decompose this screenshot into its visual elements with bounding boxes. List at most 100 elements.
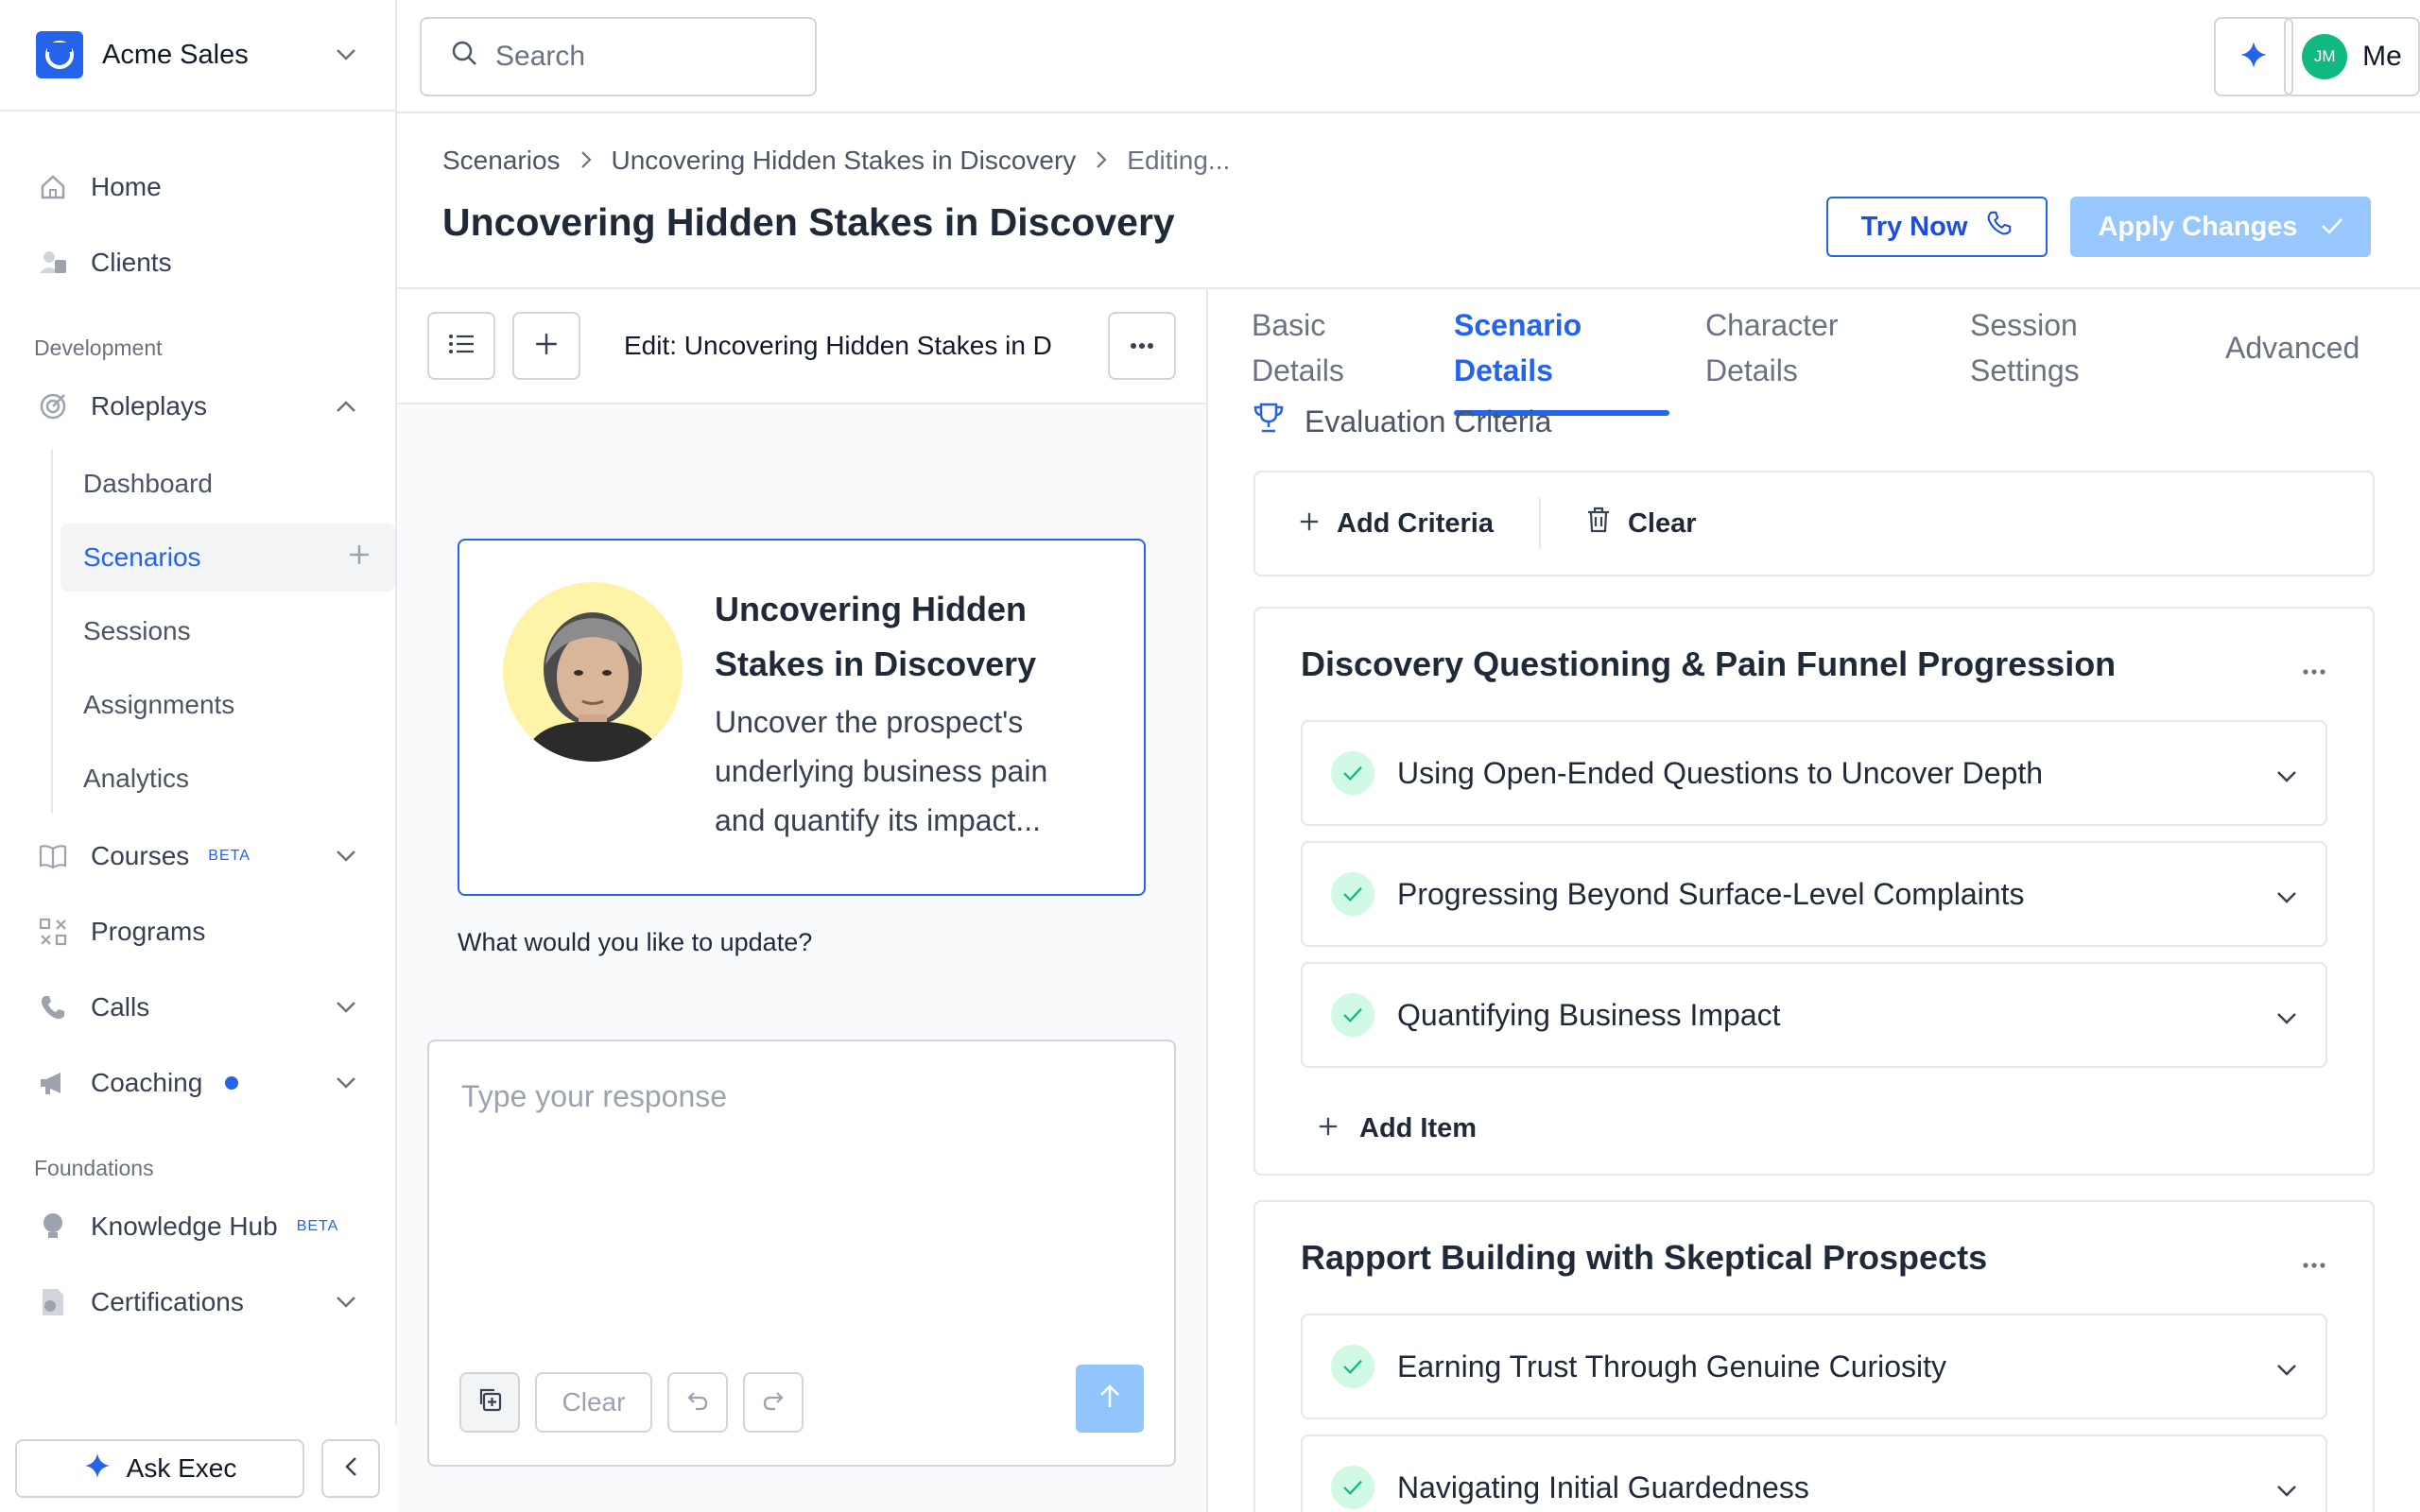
- try-now-label: Try Now: [1860, 211, 1968, 242]
- sidebar-item-sessions[interactable]: Sessions: [60, 597, 395, 665]
- breadcrumb-scenarios[interactable]: Scenarios: [442, 146, 561, 176]
- target-icon: [36, 389, 70, 423]
- criteria-item[interactable]: Quantifying Business Impact: [1301, 962, 2327, 1068]
- org-switcher[interactable]: Acme Sales: [0, 0, 395, 112]
- sparkle-icon: [2238, 40, 2269, 75]
- top-bar: Search JM Me: [397, 0, 2420, 113]
- add-criteria-button[interactable]: Add Criteria: [1299, 508, 1494, 540]
- lightbulb-icon: [36, 1210, 70, 1244]
- check-icon: [1331, 751, 1374, 795]
- sidebar-item-clients[interactable]: Clients: [0, 225, 395, 301]
- clear-response-button[interactable]: Clear: [535, 1372, 652, 1433]
- tab-session-settings[interactable]: Session Settings: [1970, 289, 2225, 404]
- apply-changes-button[interactable]: Apply Changes: [2070, 197, 2371, 257]
- criteria-item-label: Progressing Beyond Surface-Level Complai…: [1397, 876, 2025, 911]
- criteria-item[interactable]: Navigating Initial Guardedness: [1301, 1435, 2327, 1512]
- add-item-button[interactable]: Add Item: [1301, 1083, 2327, 1174]
- sidebar-item-assignments[interactable]: Assignments: [60, 671, 395, 739]
- collapse-sidebar-button[interactable]: [321, 1439, 380, 1498]
- trash-icon: [1586, 507, 1611, 541]
- attach-button[interactable]: [459, 1372, 520, 1433]
- user-menu-button[interactable]: JM Me: [2284, 17, 2420, 96]
- home-icon: [36, 170, 70, 204]
- chevron-down-icon: [333, 42, 359, 68]
- criteria-toolbar: Add Criteria Clear: [1253, 471, 2375, 576]
- beta-badge: BETA: [296, 1218, 339, 1234]
- plus-icon[interactable]: [348, 542, 371, 573]
- scenario-card[interactable]: Uncovering Hidden Stakes in Discovery Un…: [458, 539, 1146, 896]
- megaphone-icon: [36, 1066, 70, 1100]
- sidebar-item-calls[interactable]: Calls: [0, 970, 395, 1045]
- ellipsis-icon[interactable]: [2301, 644, 2327, 684]
- chevron-right-icon: [1095, 146, 1108, 176]
- arrow-up-icon: [1098, 1383, 1121, 1414]
- chevron-up-icon: [333, 393, 359, 420]
- scenario-card-description: Uncover the prospect's underlying busine…: [715, 705, 1048, 837]
- response-placeholder: Type your response: [461, 1079, 728, 1113]
- criteria-item[interactable]: Progressing Beyond Surface-Level Complai…: [1301, 841, 2327, 947]
- book-icon: [36, 839, 70, 873]
- ai-assistant-button[interactable]: [2214, 17, 2293, 96]
- sidebar-item-courses[interactable]: Courses BETA: [0, 818, 395, 894]
- list-button[interactable]: [427, 312, 495, 380]
- sidebar-item-roleplays[interactable]: Roleplays: [0, 369, 395, 444]
- sidebar-item-label: Calls: [91, 992, 150, 1022]
- sidebar-item-programs[interactable]: Programs: [0, 894, 395, 970]
- section-title: Evaluation Criteria: [1305, 404, 1552, 438]
- copy-add-icon: [476, 1386, 503, 1419]
- tab-character-details[interactable]: Character Details: [1705, 289, 1970, 404]
- ellipsis-icon: [1130, 337, 1154, 354]
- clear-criteria-button[interactable]: Clear: [1586, 507, 1697, 541]
- criteria-group-title: Discovery Questioning & Pain Funnel Prog…: [1301, 644, 2117, 683]
- more-options-button[interactable]: [1108, 312, 1176, 380]
- sidebar-item-label: Scenarios: [83, 542, 201, 572]
- scenario-editor: Basic Details Scenario Details Character…: [1208, 289, 2420, 1512]
- chat-pane: Edit: Uncovering Hidden Stakes in D Unco…: [397, 289, 1208, 1512]
- check-icon: [1331, 993, 1374, 1037]
- criteria-item[interactable]: Earning Trust Through Genuine Curiosity: [1301, 1314, 2327, 1419]
- check-icon: [1331, 1466, 1374, 1509]
- criteria-item[interactable]: Using Open-Ended Questions to Uncover De…: [1301, 720, 2327, 826]
- chevron-down-icon: [333, 994, 359, 1021]
- tab-advanced[interactable]: Advanced: [2225, 289, 2360, 404]
- sidebar: Acme Sales Home Clients Development Role…: [0, 0, 397, 1512]
- divider: [1538, 498, 1541, 549]
- tab-label: Details: [1252, 353, 1344, 387]
- sidebar-item-label: Certifications: [91, 1287, 244, 1316]
- sidebar-item-analytics[interactable]: Analytics: [60, 745, 395, 813]
- trophy-icon: [1252, 401, 1286, 442]
- undo-button[interactable]: [667, 1372, 728, 1433]
- try-now-button[interactable]: Try Now: [1826, 197, 2048, 257]
- ask-exec-button[interactable]: Ask Exec: [15, 1439, 304, 1498]
- check-icon: [1331, 872, 1374, 916]
- sidebar-item-scenarios[interactable]: Scenarios: [60, 524, 395, 592]
- chevron-down-icon: [2276, 756, 2297, 791]
- scenario-card-body: Uncovering Hidden Stakes in Discovery Un…: [715, 582, 1100, 852]
- page-header: Scenarios Uncovering Hidden Stakes in Di…: [397, 113, 2420, 289]
- chevron-down-icon: [2276, 877, 2297, 912]
- org-logo-icon: [36, 31, 83, 78]
- sidebar-item-certifications[interactable]: Certifications: [0, 1264, 395, 1340]
- sidebar-item-coaching[interactable]: Coaching: [0, 1045, 395, 1121]
- sidebar-item-home[interactable]: Home: [0, 149, 395, 225]
- breadcrumb-current: Editing...: [1127, 146, 1231, 175]
- apply-changes-label: Apply Changes: [2098, 211, 2298, 242]
- breadcrumb-scenario[interactable]: Uncovering Hidden Stakes in Discovery: [612, 146, 1077, 176]
- tab-basic-details[interactable]: Basic Details: [1252, 289, 1461, 404]
- sidebar-item-label: Assignments: [83, 690, 235, 719]
- sidebar-item-knowledge-hub[interactable]: Knowledge Hub BETA: [0, 1189, 395, 1264]
- response-composer[interactable]: Type your response Clear: [427, 1040, 1176, 1467]
- ellipsis-icon[interactable]: [2301, 1238, 2327, 1278]
- sidebar-item-label: Coaching: [91, 1068, 203, 1097]
- send-button[interactable]: [1076, 1365, 1144, 1433]
- list-icon: [448, 333, 475, 360]
- tab-scenario-details[interactable]: Scenario Details: [1454, 289, 1669, 416]
- chevron-down-icon: [2276, 998, 2297, 1033]
- new-chat-button[interactable]: [512, 312, 580, 380]
- redo-button[interactable]: [743, 1372, 804, 1433]
- search-input[interactable]: Search: [420, 17, 817, 96]
- criteria-group-title: Rapport Building with Skeptical Prospect…: [1301, 1238, 1988, 1277]
- programs-icon: [36, 915, 70, 949]
- sidebar-item-dashboard[interactable]: Dashboard: [60, 450, 395, 518]
- tab-label: Details: [1454, 353, 1553, 387]
